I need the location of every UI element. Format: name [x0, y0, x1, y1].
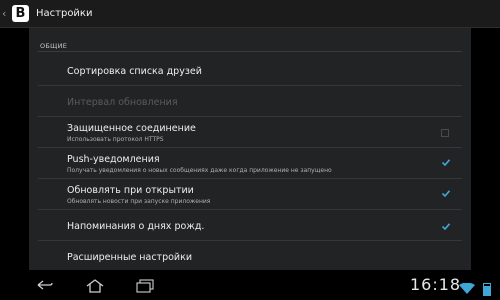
setting-title: Расширенные настройки — [67, 252, 193, 263]
checkbox-checked[interactable] — [442, 223, 450, 230]
setting-title: Сортировка списка друзей — [67, 66, 202, 77]
recent-apps-icon[interactable] — [135, 279, 155, 293]
checkbox-unchecked[interactable] — [441, 129, 449, 137]
setting-birthday-reminders[interactable]: Напоминания о днях рожд. — [38, 210, 462, 241]
battery-icon — [483, 283, 491, 296]
page-title: Настройки — [36, 8, 93, 19]
checkmark-icon — [442, 190, 450, 197]
app-logo-icon[interactable]: В — [12, 5, 29, 22]
checkmark-icon — [442, 223, 450, 230]
up-caret-icon[interactable]: ‹ — [2, 7, 10, 20]
action-bar: ‹ В Настройки — [0, 0, 500, 28]
setting-push-notifications[interactable]: Push-уведомления Получать уведомления о … — [38, 148, 462, 179]
setting-title: Интервал обновления — [67, 97, 178, 108]
setting-title: Защищенное соединение — [67, 123, 196, 134]
checkmark-icon — [442, 159, 450, 166]
battery-level — [484, 286, 490, 295]
home-icon[interactable] — [85, 279, 105, 293]
setting-title: Обновлять при открытии — [67, 185, 194, 196]
setting-secure-connection[interactable]: Защищенное соединение Использовать прото… — [38, 117, 462, 148]
checkbox-checked[interactable] — [442, 190, 450, 197]
setting-title: Push-уведомления — [67, 154, 160, 165]
setting-advanced[interactable]: Расширенные настройки — [38, 241, 462, 270]
checkbox-checked[interactable] — [442, 159, 450, 166]
setting-summary: Получать уведомления о новых сообщениях … — [67, 167, 332, 174]
setting-friends-sort[interactable]: Сортировка списка друзей — [38, 56, 462, 86]
section-divider — [38, 51, 462, 52]
setting-title: Напоминания о днях рожд. — [67, 221, 205, 232]
setting-summary: Обновлять новости при запуске приложения — [67, 198, 211, 205]
clock: 16:18 — [410, 275, 462, 294]
setting-summary: Использовать протокол HTTPS — [67, 136, 164, 143]
back-icon[interactable] — [36, 279, 54, 291]
settings-panel: ОБЩИЕ Сортировка списка друзей Интервал … — [29, 28, 471, 270]
wifi-icon — [459, 283, 475, 294]
setting-refresh-on-open[interactable]: Обновлять при открытии Обновлять новости… — [38, 179, 462, 210]
setting-update-interval: Интервал обновления — [38, 86, 462, 117]
section-header: ОБЩИЕ — [40, 42, 68, 50]
